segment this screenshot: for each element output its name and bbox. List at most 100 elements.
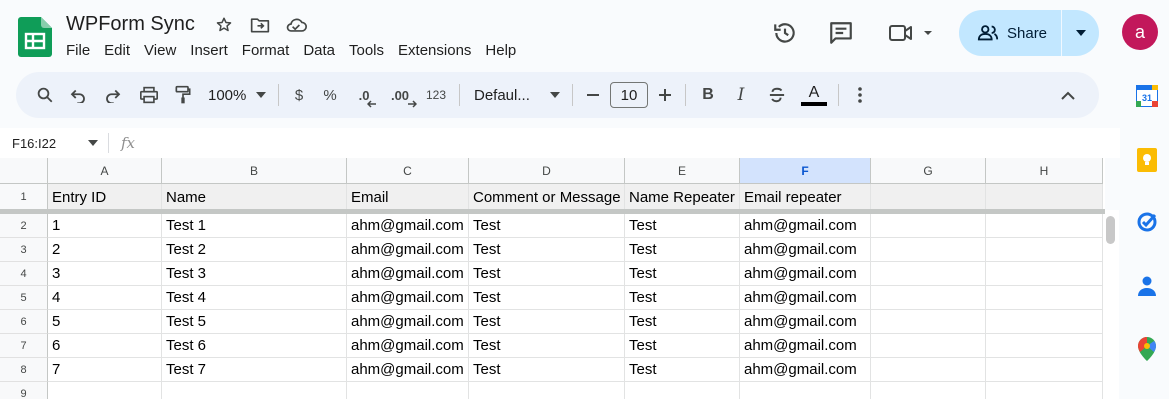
scrollbar-thumb[interactable] [1106, 216, 1115, 244]
name-box[interactable]: F16:I22 [0, 136, 108, 151]
cell-b7[interactable]: Test 6 [162, 334, 347, 358]
zoom-select[interactable]: 100% [198, 80, 272, 110]
italic-button[interactable]: I [724, 80, 758, 110]
cell-a8[interactable]: 7 [48, 358, 162, 382]
row-header-3[interactable]: 3 [0, 238, 48, 262]
share-button[interactable]: Share [959, 10, 1062, 56]
keep-icon[interactable] [1136, 148, 1158, 172]
row-header-6[interactable]: 6 [0, 310, 48, 334]
document-title[interactable]: WPForm Sync [66, 13, 195, 36]
row-header-1[interactable]: 1 [0, 184, 48, 210]
cloud-status-icon[interactable] [284, 13, 308, 37]
cell-d2[interactable]: Test [469, 214, 625, 238]
cell-e9[interactable] [625, 382, 740, 399]
spreadsheet-grid[interactable]: A B C D E F G H 1 Entry ID Name Email Comment or Mes… [0, 158, 1105, 399]
version-history-icon[interactable] [768, 13, 802, 53]
cell-c7[interactable]: ahm@gmail.com [347, 334, 469, 358]
cell-a3[interactable]: 2 [48, 238, 162, 262]
column-header-f[interactable]: F [740, 158, 871, 184]
cell-h9[interactable] [986, 382, 1103, 399]
cell-e6[interactable]: Test [625, 310, 740, 334]
cell-a4[interactable]: 3 [48, 262, 162, 286]
cell-f6[interactable]: ahm@gmail.com [740, 310, 871, 334]
cell-g8[interactable] [871, 358, 986, 382]
cell-c1[interactable]: Email [347, 184, 469, 210]
cell-e2[interactable]: Test [625, 214, 740, 238]
cell-f7[interactable]: ahm@gmail.com [740, 334, 871, 358]
cell-f1[interactable]: Email repeater [740, 184, 871, 210]
font-family-select[interactable]: Defaul... [466, 80, 566, 110]
menu-extensions[interactable]: Extensions [391, 40, 478, 61]
cell-a7[interactable]: 6 [48, 334, 162, 358]
cell-d1[interactable]: Comment or Message [469, 184, 625, 210]
cell-f9[interactable] [740, 382, 871, 399]
sheets-logo-icon[interactable] [18, 17, 52, 57]
menu-edit[interactable]: Edit [97, 40, 137, 61]
cell-b9[interactable] [162, 382, 347, 399]
cell-c4[interactable]: ahm@gmail.com [347, 262, 469, 286]
cell-h5[interactable] [986, 286, 1103, 310]
cell-c6[interactable]: ahm@gmail.com [347, 310, 469, 334]
comments-icon[interactable] [824, 13, 858, 53]
cell-d9[interactable] [469, 382, 625, 399]
cell-f8[interactable]: ahm@gmail.com [740, 358, 871, 382]
meet-call-button[interactable] [884, 13, 938, 53]
column-header-g[interactable]: G [871, 158, 986, 184]
cell-a6[interactable]: 5 [48, 310, 162, 334]
menu-format[interactable]: Format [235, 40, 297, 61]
column-header-e[interactable]: E [625, 158, 740, 184]
font-size-field[interactable]: 10 [607, 80, 651, 110]
share-dropdown-button[interactable] [1062, 10, 1099, 56]
cell-h6[interactable] [986, 310, 1103, 334]
cell-a9[interactable] [48, 382, 162, 399]
strikethrough-icon[interactable] [758, 80, 796, 110]
cell-c3[interactable]: ahm@gmail.com [347, 238, 469, 262]
star-icon[interactable] [212, 13, 236, 37]
cell-e5[interactable]: Test [625, 286, 740, 310]
formula-input[interactable] [135, 128, 1120, 158]
cell-e8[interactable]: Test [625, 358, 740, 382]
row-header-8[interactable]: 8 [0, 358, 48, 382]
cell-g4[interactable] [871, 262, 986, 286]
cell-a2[interactable]: 1 [48, 214, 162, 238]
move-folder-icon[interactable] [248, 13, 272, 37]
column-header-c[interactable]: C [347, 158, 469, 184]
cell-b2[interactable]: Test 1 [162, 214, 347, 238]
cell-g7[interactable] [871, 334, 986, 358]
cell-c8[interactable]: ahm@gmail.com [347, 358, 469, 382]
column-header-d[interactable]: D [469, 158, 625, 184]
cell-d6[interactable]: Test [469, 310, 625, 334]
hide-menus-icon[interactable] [1053, 80, 1083, 110]
avatar[interactable]: a [1122, 14, 1158, 50]
menu-data[interactable]: Data [296, 40, 342, 61]
cell-f4[interactable]: ahm@gmail.com [740, 262, 871, 286]
cell-g2[interactable] [871, 214, 986, 238]
increase-font-size-icon[interactable] [651, 80, 679, 110]
cell-g6[interactable] [871, 310, 986, 334]
row-header-9[interactable]: 9 [0, 382, 48, 399]
cell-f3[interactable]: ahm@gmail.com [740, 238, 871, 262]
search-menus-icon[interactable] [30, 80, 60, 110]
row-header-5[interactable]: 5 [0, 286, 48, 310]
cell-h8[interactable] [986, 358, 1103, 382]
cell-e4[interactable]: Test [625, 262, 740, 286]
cell-a5[interactable]: 4 [48, 286, 162, 310]
column-header-b[interactable]: B [162, 158, 347, 184]
cell-e3[interactable]: Test [625, 238, 740, 262]
cell-e7[interactable]: Test [625, 334, 740, 358]
undo-icon[interactable] [60, 80, 96, 110]
menu-help[interactable]: Help [478, 40, 523, 61]
cell-b8[interactable]: Test 7 [162, 358, 347, 382]
column-header-h[interactable]: H [986, 158, 1103, 184]
cell-h4[interactable] [986, 262, 1103, 286]
maps-icon[interactable] [1136, 337, 1158, 361]
select-all-corner[interactable] [0, 158, 48, 184]
cell-h3[interactable] [986, 238, 1103, 262]
cell-c5[interactable]: ahm@gmail.com [347, 286, 469, 310]
calendar-icon[interactable]: 31 [1136, 85, 1158, 107]
menu-view[interactable]: View [137, 40, 183, 61]
decrease-font-size-icon[interactable] [579, 80, 607, 110]
redo-icon[interactable] [96, 80, 130, 110]
contacts-icon[interactable] [1136, 275, 1158, 297]
increase-decimal-button[interactable]: .00 [381, 80, 419, 110]
